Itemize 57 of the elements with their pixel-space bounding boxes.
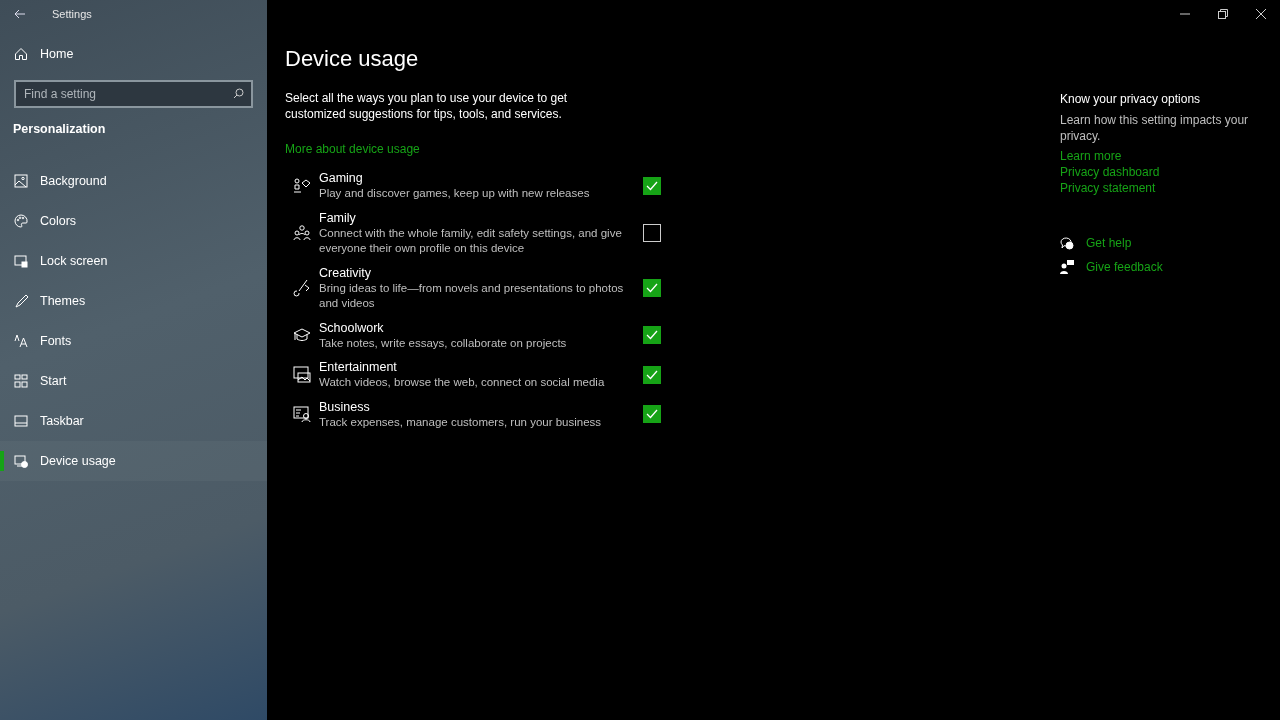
option-description: Play and discover games, keep up with new releases: [319, 186, 591, 201]
privacy-link[interactable]: Privacy dashboard: [1060, 164, 1160, 180]
option-description: Take notes, write essays, collaborate on projects: [319, 335, 568, 351]
option-title: Family: [319, 209, 357, 226]
taskbar-icon: [14, 414, 28, 428]
family-icon: [293, 224, 311, 242]
palette-icon: [14, 214, 28, 228]
privacy-heading: Know your privacy options: [1060, 92, 1202, 106]
section-heading: Personalization: [12, 121, 107, 138]
lock-icon: [14, 254, 28, 268]
home-icon: [14, 47, 28, 61]
image-icon: [14, 174, 28, 188]
sidebar-item[interactable]: Lock screen: [0, 241, 267, 281]
option-description: Watch videos, browse the web, connect on social media: [319, 375, 606, 390]
sidebar-item[interactable]: Start: [0, 361, 267, 401]
privacy-text: Learn how this setting impacts your privacy.: [1060, 112, 1250, 144]
restore-icon[interactable]: [1218, 9, 1228, 19]
help-link[interactable]: Get help: [1086, 236, 1132, 250]
help-link[interactable]: Give feedback: [1086, 260, 1163, 274]
intro-text: Select all the ways you plan to use your device to get customized suggestions for tips, tools, and services.: [285, 90, 569, 122]
checkbox[interactable]: [643, 176, 661, 195]
window-title: Settings: [52, 8, 92, 20]
back-arrow-icon[interactable]: [14, 9, 26, 19]
checkbox[interactable]: [643, 405, 661, 424]
checkbox[interactable]: [643, 224, 661, 242]
search-icon: [233, 88, 244, 99]
sidebar-item[interactable]: Themes: [0, 281, 267, 321]
option-title: Schoolwork: [319, 319, 385, 336]
fonts-icon: [14, 334, 28, 348]
option-description: Connect with the whole family, edit safety settings, and give everyone their own profile on this device: [319, 225, 623, 256]
brush-icon: [14, 294, 28, 308]
sidebar-item[interactable]: Taskbar: [0, 401, 267, 441]
business-icon: [293, 405, 311, 424]
close-icon[interactable]: [1256, 9, 1266, 19]
grid-icon: [14, 374, 28, 388]
device-icon: [14, 454, 28, 468]
media-icon: [293, 365, 311, 384]
option-title: Entertainment: [319, 359, 398, 375]
checkbox[interactable]: [643, 365, 661, 384]
option-description: Bring ideas to life—from novels and presentations to photos and videos: [319, 280, 625, 311]
option-title: Gaming: [319, 170, 364, 186]
sidebar-item[interactable]: Background: [0, 161, 267, 201]
page-title: Device usage: [285, 46, 420, 73]
search-field[interactable]: Find a setting: [14, 80, 253, 108]
sidebar-item[interactable]: Colors: [0, 201, 267, 241]
option-title: Creativity: [319, 264, 373, 281]
privacy-link[interactable]: Learn more: [1060, 148, 1122, 164]
checkbox[interactable]: [643, 279, 661, 297]
option-description: Track expenses, manage customers, run your business: [319, 414, 603, 430]
option-title: Business: [319, 398, 371, 415]
sidebar-item[interactable]: Fonts: [0, 321, 267, 361]
privacy-link[interactable]: Privacy statement: [1060, 180, 1156, 196]
more-link[interactable]: More about device usage: [285, 142, 420, 156]
home-nav-item[interactable]: Home: [0, 34, 267, 74]
sidebar-item[interactable]: Device usage: [0, 441, 267, 481]
checkbox[interactable]: [643, 326, 661, 345]
feedback-person-icon: [1060, 260, 1074, 274]
